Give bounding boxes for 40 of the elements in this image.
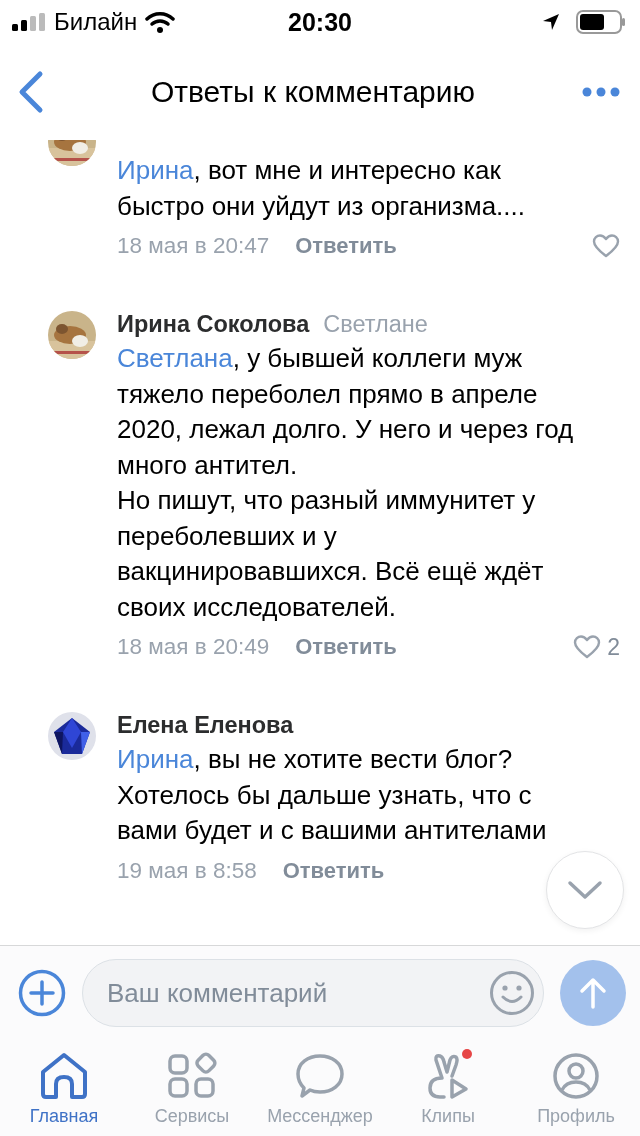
comment-date: 19 мая в 8:58 [117, 857, 257, 884]
comment-date: 18 мая в 20:47 [117, 233, 270, 259]
reply-button[interactable]: Ответить [282, 857, 385, 884]
location-arrow-icon [542, 13, 560, 31]
comment-date: 18 мая в 20:49 [117, 634, 270, 660]
reply-to-name[interactable]: Светлане [323, 307, 428, 341]
like-button[interactable]: 2 [573, 633, 620, 661]
chat-bubble-icon [294, 1052, 346, 1100]
wifi-icon [145, 11, 176, 33]
comment-text: Ирина, вы не хотите вести блог? Хотелось бы дальше узнать, что с вами будет и с вашими антителами [117, 743, 548, 847]
tab-button[interactable]: Профиль [512, 1040, 640, 1136]
like-button[interactable] [592, 234, 620, 258]
chevron-down-icon [567, 880, 603, 900]
mention-link[interactable]: Ирина [117, 744, 194, 774]
clock-time: 20:30 [288, 7, 352, 37]
notification-dot [462, 1049, 472, 1059]
reply-button[interactable]: Ответить [295, 634, 397, 660]
arrow-up-icon [578, 977, 608, 1009]
battery-icon [576, 10, 626, 34]
page-title: Ответы к комментарию [150, 75, 476, 109]
tab-button[interactable]: Мессенджер [256, 1040, 384, 1136]
author-name[interactable]: Елена Еленова [117, 708, 294, 742]
author-name[interactable]: Ирина Соколова [117, 307, 310, 341]
comment-text: Ирина, вот мне и интересно как быстро они уйдут из организма.... [117, 154, 526, 223]
tab-button[interactable]: Клипы [384, 1040, 512, 1136]
signal-icon [12, 13, 46, 31]
add-attachment-button[interactable] [18, 969, 66, 1017]
carrier-name: Билайн [54, 8, 138, 36]
back-button[interactable] [18, 70, 44, 114]
comment-text: Светлана, у бывшей коллеги муж тяжело переболел прямо в апреле 2020, лежал долго. У него и через год много антител. Но пишут, что разный иммунитет у переболевших и у вакцинировавшихся. Всё ещё ждёт своих исследователей. [117, 342, 575, 624]
reply-button[interactable]: Ответить [295, 233, 397, 259]
profile-icon [550, 1052, 602, 1100]
home-icon [38, 1052, 90, 1100]
tab-button[interactable]: Главная [0, 1040, 128, 1136]
mention-link[interactable]: Светлана [117, 343, 233, 373]
comment-field[interactable]: Ваш комментарий [82, 959, 544, 1027]
shapes-grid-icon [166, 1052, 218, 1100]
smiley-icon[interactable] [489, 970, 535, 1016]
tab-button[interactable]: Сервисы [128, 1040, 256, 1136]
mention-link[interactable]: Ирина [117, 155, 194, 185]
